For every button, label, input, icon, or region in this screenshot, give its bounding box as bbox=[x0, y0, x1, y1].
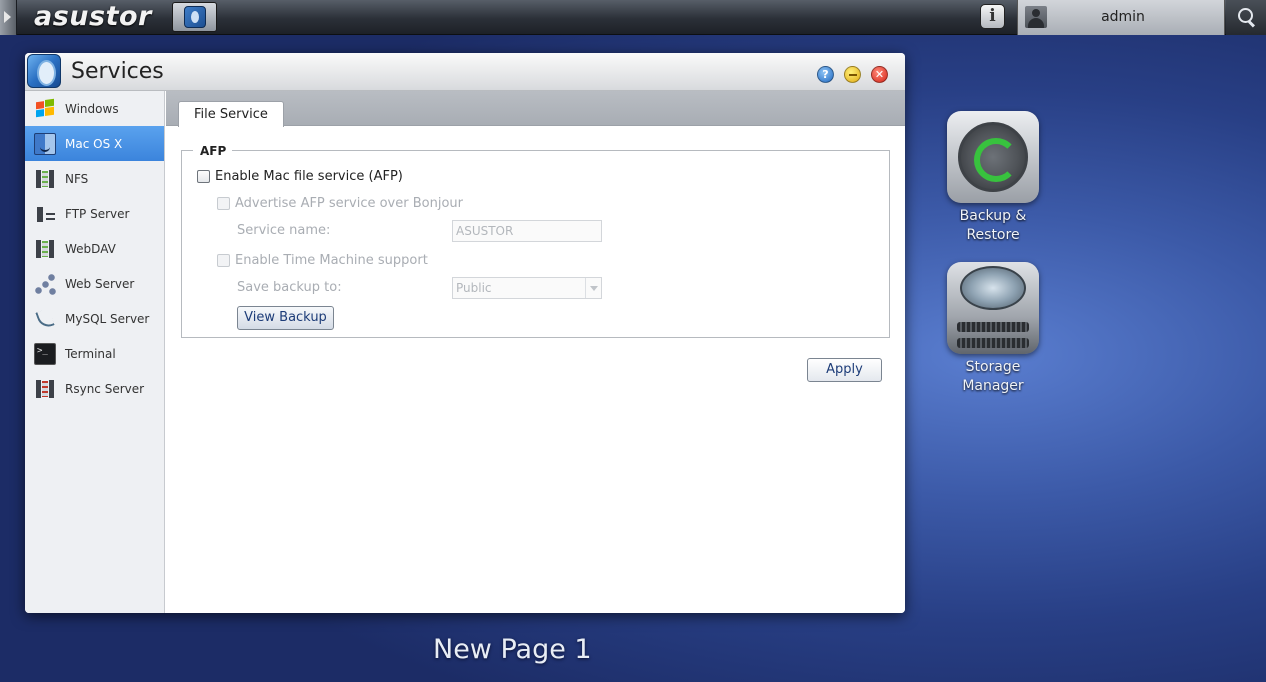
search-icon[interactable] bbox=[1226, 0, 1266, 35]
close-icon[interactable]: ✕ bbox=[871, 66, 888, 83]
save-backup-value: Public bbox=[456, 281, 492, 295]
time-machine-label: Enable Time Machine support bbox=[235, 253, 428, 268]
sidebar-item-web-server[interactable]: Web Server bbox=[25, 266, 164, 301]
info-icon[interactable]: i bbox=[980, 4, 1005, 29]
server-icon bbox=[34, 237, 56, 260]
enable-afp-checkbox[interactable] bbox=[197, 170, 210, 183]
sidebar-item-label: Terminal bbox=[65, 346, 116, 361]
apply-button[interactable]: Apply bbox=[807, 358, 882, 382]
windows-icon bbox=[34, 95, 56, 122]
user-account-button[interactable]: admin bbox=[1017, 0, 1225, 35]
sidebar-item-rsync-server[interactable]: Rsync Server bbox=[25, 371, 164, 406]
advertise-bonjour-row: Advertise AFP service over Bonjour bbox=[217, 196, 463, 211]
time-machine-row: Enable Time Machine support bbox=[217, 253, 428, 268]
mysql-icon bbox=[34, 308, 56, 330]
service-name-label: Service name: bbox=[237, 223, 331, 238]
sidebar-item-webdav[interactable]: WebDAV bbox=[25, 231, 164, 266]
advertise-bonjour-checkbox bbox=[217, 197, 230, 210]
enable-afp-row[interactable]: Enable Mac file service (AFP) bbox=[197, 169, 403, 184]
minimize-icon[interactable] bbox=[844, 66, 861, 83]
window-title-bar[interactable]: Services ? ✕ bbox=[25, 53, 905, 91]
service-name-input: ASUSTOR bbox=[452, 220, 602, 242]
sidebar-item-terminal[interactable]: Terminal bbox=[25, 336, 164, 371]
tab-bar: File Service bbox=[166, 91, 905, 127]
view-backup-button[interactable]: View Backup bbox=[237, 306, 334, 330]
sidebar-item-label: Mac OS X bbox=[65, 136, 123, 151]
sidebar-item-label: Web Server bbox=[65, 276, 135, 291]
desktop-icon-label: Backup & bbox=[959, 208, 1027, 224]
desktop-page-label: New Page 1 bbox=[433, 634, 592, 665]
afp-settings-group: AFP Enable Mac file service (AFP) Advert… bbox=[181, 143, 890, 338]
help-icon[interactable]: ? bbox=[817, 66, 834, 83]
ftp-icon bbox=[34, 202, 56, 225]
rsync-icon bbox=[34, 377, 56, 400]
sidebar-item-label: Rsync Server bbox=[65, 381, 145, 396]
afp-group-legend: AFP bbox=[193, 143, 233, 159]
sidebar-item-ftp-server[interactable]: FTP Server bbox=[25, 196, 164, 231]
sidebar-item-label: MySQL Server bbox=[65, 311, 150, 326]
server-icon bbox=[34, 167, 56, 190]
services-window: Services ? ✕ Windows Mac OS X NFS FTP Se… bbox=[25, 53, 905, 613]
desktop-icon-label: Storage bbox=[965, 359, 1021, 375]
taskbar-toggle-handle[interactable] bbox=[0, 0, 17, 35]
sidebar-item-label: WebDAV bbox=[65, 241, 116, 256]
services-content-panel: File Service AFP Enable Mac file service… bbox=[166, 91, 905, 613]
save-backup-select: Public bbox=[452, 277, 602, 299]
user-avatar-icon bbox=[1025, 6, 1047, 28]
sidebar-item-label: FTP Server bbox=[65, 206, 130, 221]
services-icon bbox=[27, 54, 61, 88]
chevron-down-icon bbox=[585, 278, 601, 298]
sidebar-item-label: Windows bbox=[65, 101, 119, 116]
sidebar-item-nfs[interactable]: NFS bbox=[25, 161, 164, 196]
enable-afp-label: Enable Mac file service (AFP) bbox=[215, 169, 403, 184]
taskbar-services-app-button[interactable] bbox=[172, 2, 217, 32]
advertise-bonjour-label: Advertise AFP service over Bonjour bbox=[235, 196, 463, 211]
services-app-icon bbox=[183, 6, 206, 28]
desktop-icon-label: Restore bbox=[966, 227, 1020, 243]
save-backup-label: Save backup to: bbox=[237, 280, 342, 295]
storage-manager-icon bbox=[947, 262, 1039, 354]
mac-os-icon bbox=[34, 132, 56, 155]
username-label: admin bbox=[1101, 9, 1145, 25]
sidebar-item-mac-os-x[interactable]: Mac OS X bbox=[25, 126, 164, 161]
storage-manager-desktop-icon[interactable]: Storage Manager bbox=[938, 262, 1048, 396]
desktop-icon-label: Manager bbox=[962, 378, 1024, 394]
top-taskbar: asustor i admin bbox=[0, 0, 1266, 35]
sidebar-item-windows[interactable]: Windows bbox=[25, 91, 164, 126]
sidebar-item-label: NFS bbox=[65, 171, 89, 186]
services-sidebar: Windows Mac OS X NFS FTP Server WebDAV W… bbox=[25, 91, 165, 613]
backup-restore-icon bbox=[947, 111, 1039, 203]
time-machine-checkbox bbox=[217, 254, 230, 267]
tab-file-service[interactable]: File Service bbox=[178, 101, 284, 127]
asustor-logo: asustor bbox=[34, 1, 152, 32]
backup-restore-desktop-icon[interactable]: Backup & Restore bbox=[938, 111, 1048, 245]
terminal-icon bbox=[34, 342, 56, 365]
sidebar-item-mysql-server[interactable]: MySQL Server bbox=[25, 301, 164, 336]
window-title: Services bbox=[71, 59, 164, 84]
web-server-icon bbox=[34, 272, 56, 295]
